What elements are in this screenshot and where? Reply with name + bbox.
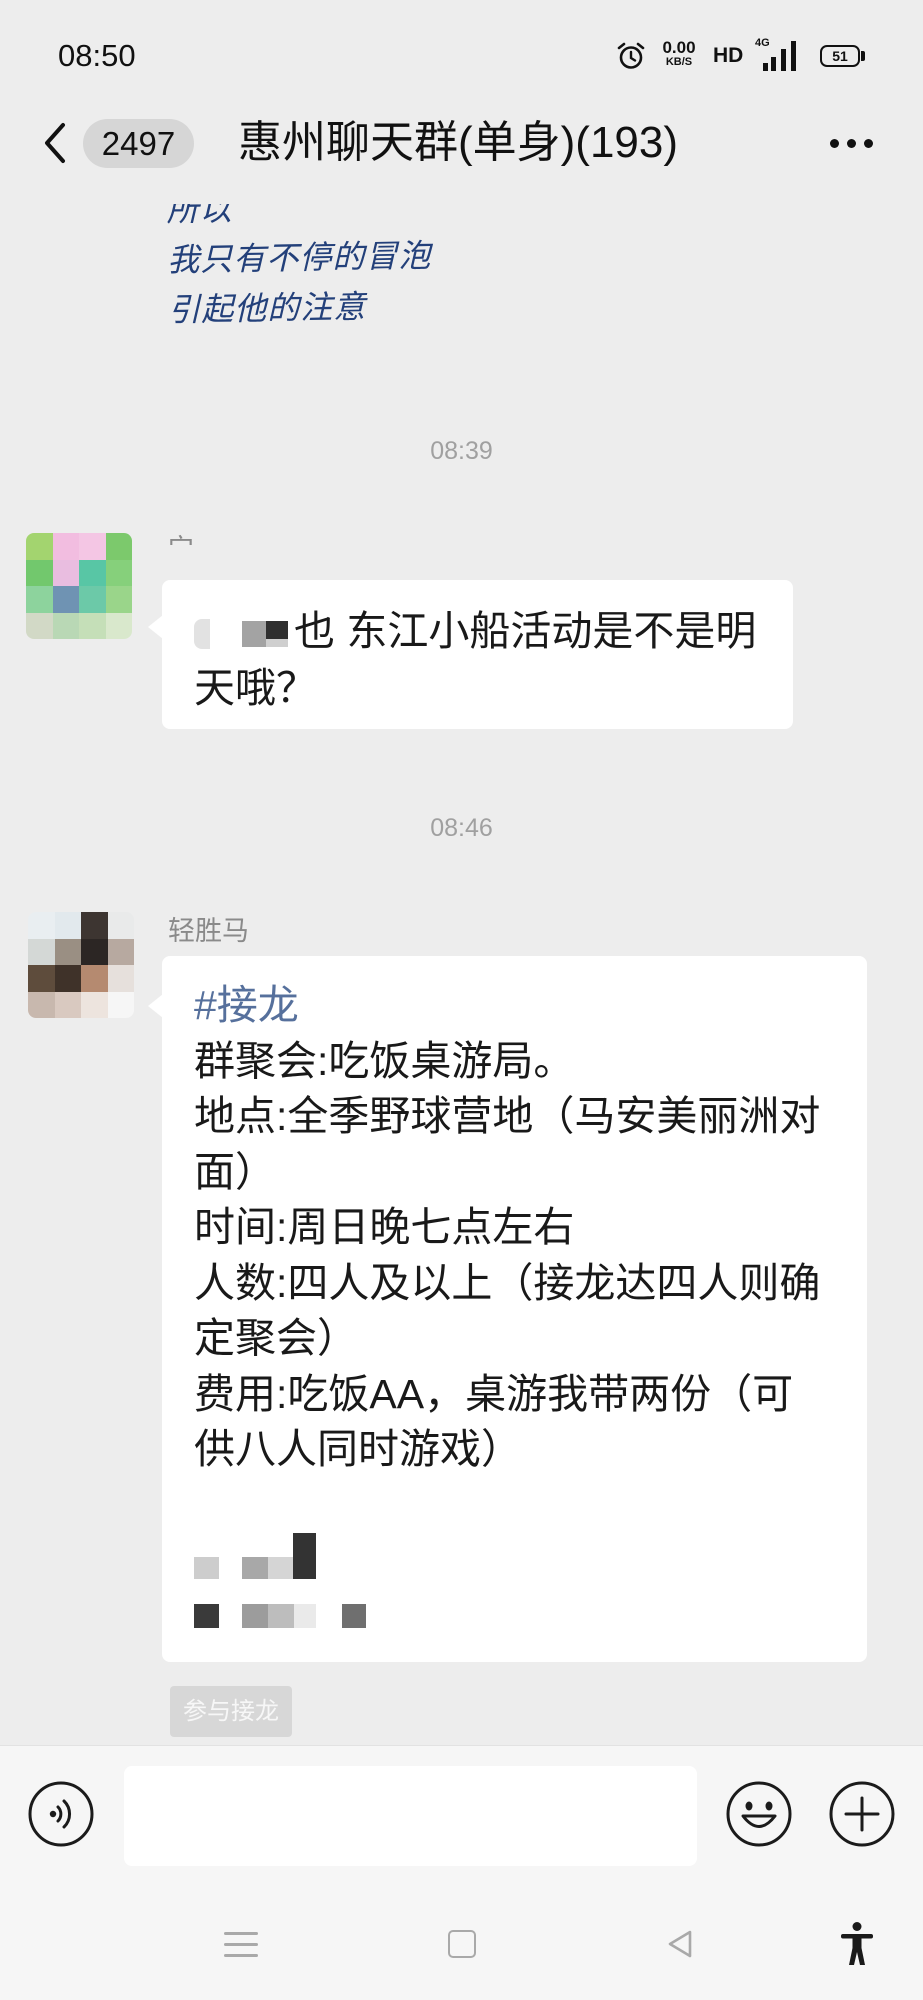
sticker-line: 我只有不停的冒泡 — [166, 236, 432, 279]
sender-name: 宀 — [168, 533, 195, 563]
chat-message-list[interactable]: 所以 我只有不停的冒泡 引起他的注意 08:39 宀 也 东江小船活动是不是明天… — [0, 204, 923, 1745]
network-speed-unit: KB/S — [665, 56, 693, 68]
accessibility-icon[interactable] — [839, 1921, 875, 1967]
message-line: 地点:全季野球营地（马安美丽洲对面） — [194, 1093, 821, 1195]
alarm-clock-icon — [616, 41, 646, 71]
avatar[interactable] — [28, 912, 134, 1018]
join-solitaire-button[interactable]: 参与接龙 — [170, 1686, 292, 1737]
status-time: 08:50 — [58, 38, 136, 73]
battery-level: 51 — [832, 48, 848, 64]
redacted-mosaic — [194, 1533, 827, 1593]
bubble-tail — [148, 994, 163, 1018]
chat-title: 惠州聊天群(单身)(193) — [238, 118, 679, 167]
avatar[interactable] — [26, 533, 132, 639]
plus-icon[interactable] — [829, 1781, 895, 1847]
message-line: 时间:周日晚七点左右 — [194, 1204, 575, 1250]
redacted-mosaic — [194, 1593, 827, 1643]
signal-bars-icon: 4G — [755, 37, 809, 73]
message-input[interactable] — [124, 1766, 697, 1866]
message-line: 群聚会:吃饭桌游局。 — [194, 1037, 575, 1084]
network-speed-value: 0.00 — [662, 38, 696, 57]
redacted-mosaic — [194, 617, 294, 651]
handwriting-sticker[interactable]: 所以 我只有不停的冒泡 引起他的注意 — [166, 204, 433, 335]
input-bar — [0, 1745, 923, 2000]
home-square-icon[interactable] — [448, 1930, 476, 1958]
message-timestamp: 08:39 — [430, 437, 493, 465]
menu-icon[interactable] — [224, 1932, 258, 1958]
more-dots-icon[interactable] — [826, 135, 876, 151]
battery-icon: 51 — [820, 45, 866, 67]
message-line: 费用:吃饭AA，桌游我带两份（可供八人同时游戏） — [194, 1370, 794, 1473]
emoji-icon[interactable] — [726, 1781, 792, 1847]
solitaire-tag[interactable]: #接龙 — [194, 978, 827, 1034]
hd-indicator: HD — [713, 44, 744, 67]
message-bubble[interactable]: 也 东江小船活动是不是明天哦？ — [162, 580, 793, 729]
message-line: 人数:四人及以上（接龙达四人则确定聚会） — [194, 1259, 821, 1362]
back-triangle-icon[interactable] — [666, 1929, 694, 1959]
message-bubble[interactable]: #接龙 群聚会:吃饭桌游局。 地点:全季野球营地（马安美丽洲对面） 时间:周日晚… — [162, 956, 867, 1662]
message-timestamp: 08:46 — [430, 814, 493, 842]
bubble-tail — [148, 615, 163, 639]
voice-icon[interactable] — [28, 1781, 94, 1847]
sender-name: 轻胜马 — [168, 916, 249, 946]
unread-count-badge[interactable]: 2497 — [83, 119, 194, 168]
chevron-left-icon[interactable] — [42, 121, 68, 165]
sticker-line: 引起他的注意 — [167, 287, 367, 329]
network-speed: 0.00 KB/S — [656, 39, 702, 69]
